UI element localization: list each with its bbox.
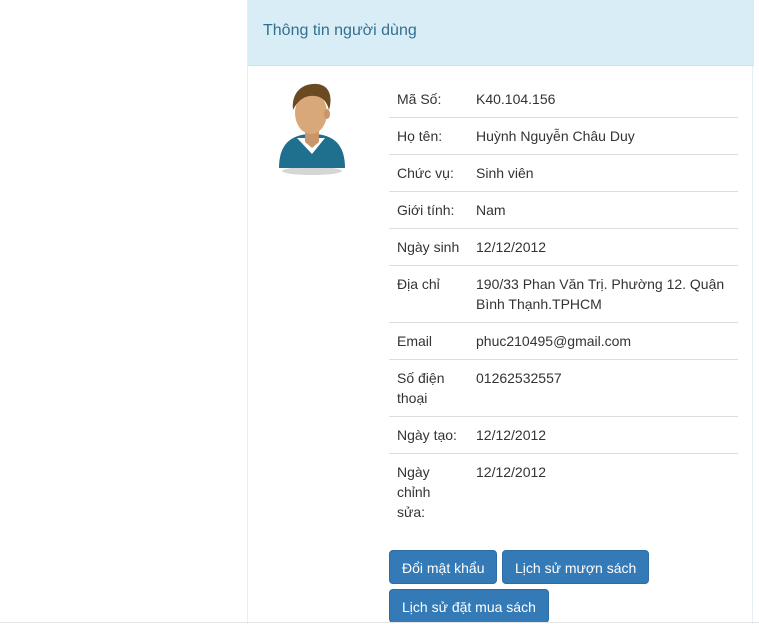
info-label: Giới tính: [389,191,468,229]
user-info-panel: Thông tin người dùng Mã Số: K40.104.156 Họ… [247,0,754,624]
info-row: Họ tên: Huỳnh Nguyễn Châu Duy [389,117,738,155]
info-value: K40.104.156 [468,81,738,118]
info-label: Email [389,322,468,360]
info-row: Email phuc210495@gmail.com [389,322,738,360]
info-row: Ngày tạo: 12/12/2012 [389,416,738,454]
info-row: Ngày sinh 12/12/2012 [389,228,738,266]
panel-title: Thông tin người dùng [263,22,417,39]
info-value: 12/12/2012 [476,464,547,480]
panel-heading: Thông tin người dùng [248,0,754,66]
info-value: 01262532557 [468,359,738,417]
info-label: Mã Số: [389,81,468,118]
info-value: 12/12/2012 [468,228,738,266]
info-value: phuc210495@gmail.com [468,322,738,360]
info-row: Địa chỉ 190/33 Phan Văn Trị. Phường 12. Q… [389,265,738,323]
info-value: Huỳnh Nguyễn Châu Duy [468,117,738,155]
info-label: Ngày chỉnh sửa: [397,464,431,520]
order-history-button[interactable]: Lịch sử đặt mua sách [389,589,549,623]
info-row: Giới tính: Nam [389,191,738,229]
info-value: 12/12/2012 [468,416,738,454]
info-row: Chức vụ: Sinh viên [389,154,738,192]
borrow-history-button[interactable]: Lịch sử mượn sách [502,550,650,584]
info-value: Nam [468,191,738,229]
info-label: Ngày sinh [389,228,468,266]
info-label: Ngày tạo: [389,416,468,454]
change-password-button[interactable]: Đổi mật khẩu [389,550,498,584]
info-label: Số điện thoại [389,359,468,417]
info-value: 190/33 Phan Văn Trị. Phường 12. Quận Bìn… [468,265,738,323]
info-value: Sinh viên [468,154,738,192]
info-label: Địa chỉ [389,265,468,323]
info-label: Chức vụ: [389,154,468,192]
info-row: Số điện thoại 01262532557 [389,359,738,417]
info-row: Ngày chỉnh sửa: 12/12/2012 [389,454,738,531]
info-row: Mã Số: K40.104.156 [389,81,738,118]
user-info-table: Mã Số: K40.104.156 Họ tên: Huỳnh Nguyễn Châ… [389,81,738,530]
user-avatar-icon [279,83,345,175]
page-divider [0,622,759,623]
info-label: Họ tên: [389,117,468,155]
